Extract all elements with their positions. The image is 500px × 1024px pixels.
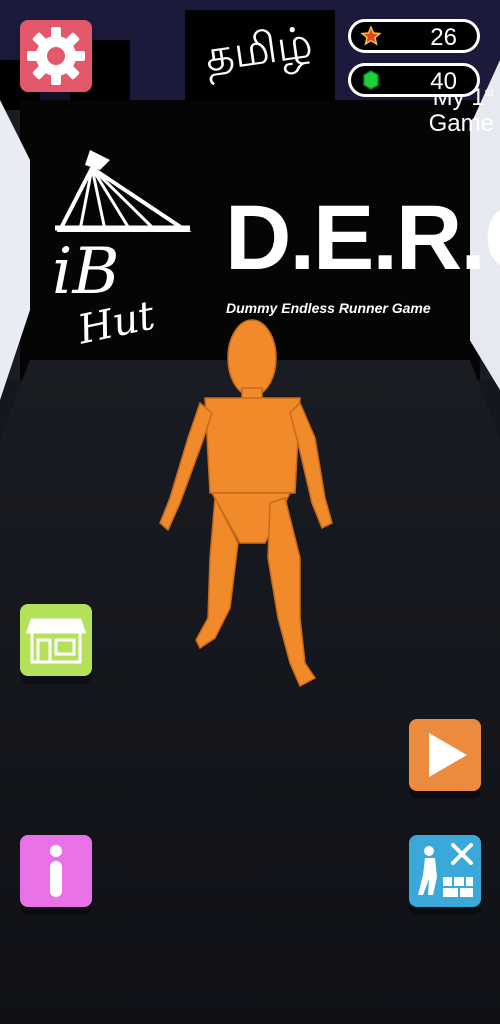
logo-text-ib: iB bbox=[52, 235, 120, 309]
play-button[interactable] bbox=[409, 719, 481, 791]
derg-subtitle: Dummy Endless Runner Game bbox=[226, 300, 431, 316]
gem-icon bbox=[363, 70, 379, 90]
shop-icon bbox=[25, 618, 87, 664]
gear-icon bbox=[27, 27, 85, 85]
gem-counter: 40 bbox=[348, 63, 480, 97]
gem-count: 40 bbox=[430, 68, 457, 95]
shop-button[interactable] bbox=[20, 604, 92, 676]
builder-button[interactable] bbox=[409, 835, 481, 907]
first-game-line2: Game bbox=[428, 110, 494, 138]
tamil-text: தமிழ் bbox=[201, 16, 316, 83]
play-icon bbox=[429, 733, 467, 777]
star-icon bbox=[361, 26, 381, 46]
crash-test-dummy bbox=[159, 319, 333, 688]
star-counter: 26 bbox=[348, 19, 480, 53]
info-button[interactable] bbox=[20, 835, 92, 907]
first-game-sup: st bbox=[484, 85, 494, 99]
builder-icon bbox=[418, 843, 473, 897]
star-count: 26 bbox=[430, 24, 457, 51]
settings-button[interactable] bbox=[20, 20, 92, 92]
game-scene: iB Hut தமிழ் My 1st Game D.E.R.G Dummy E… bbox=[0, 0, 500, 1024]
derg-title: D.E.R.G bbox=[225, 187, 500, 289]
info-icon bbox=[50, 845, 62, 897]
